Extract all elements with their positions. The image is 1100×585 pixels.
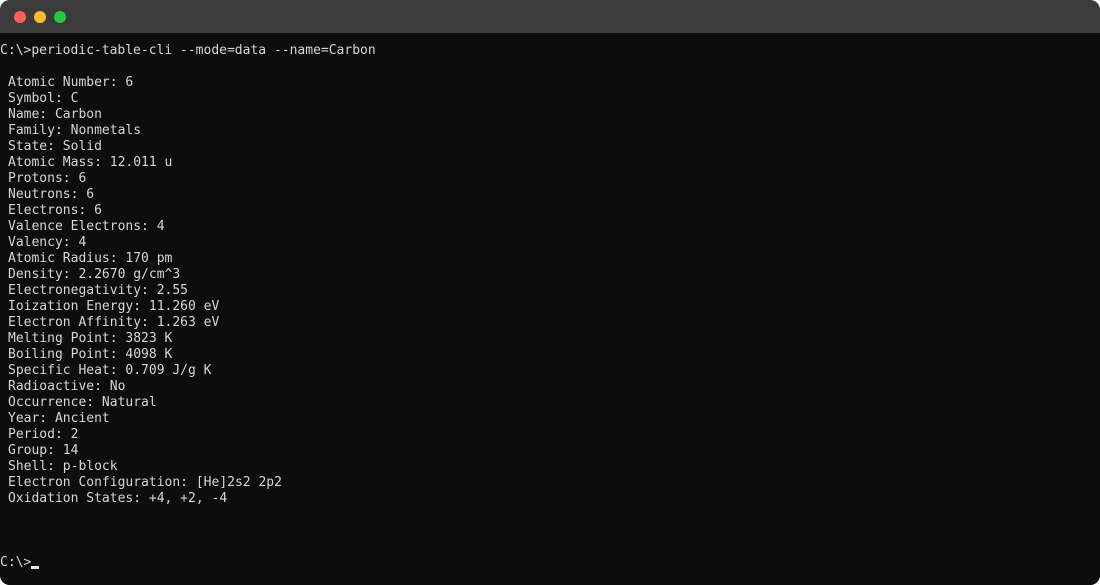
command-line: C:\>periodic-table-cli --mode=data --nam… — [0, 43, 376, 59]
terminal-console[interactable]: C:\>periodic-table-cli --mode=data --nam… — [0, 33, 1100, 585]
maximize-window-button[interactable] — [54, 11, 66, 23]
minimize-window-button[interactable] — [34, 11, 46, 23]
output-line: Oxidation States: +4, +2, -4 — [8, 491, 228, 506]
output-line: Atomic Radius: 170 pm — [8, 251, 173, 266]
output-line: Electron Affinity: 1.263 eV — [8, 315, 220, 330]
close-window-button[interactable] — [14, 11, 26, 23]
command-prompt: C:\> — [0, 43, 32, 58]
output-line: Symbol: C — [8, 91, 79, 106]
output-line: State: Solid — [8, 139, 102, 154]
terminal-window: C:\>periodic-table-cli --mode=data --nam… — [0, 0, 1100, 585]
output-line: Protons: 6 — [8, 171, 87, 186]
output-line: Name: Carbon — [8, 107, 102, 122]
output-line: Atomic Number: 6 — [8, 75, 134, 90]
output-line: Neutrons: 6 — [8, 187, 95, 202]
output-line: Year: Ancient — [8, 411, 110, 426]
output-line: Density: 2.2670 g/cm^3 — [8, 267, 181, 282]
output-line: Electron Configuration: [He]2s2 2p2 — [8, 475, 282, 490]
output-line: Occurrence: Natural — [8, 395, 157, 410]
command-text: periodic-table-cli --mode=data --name=Ca… — [31, 43, 376, 58]
output-line: Radioactive: No — [8, 379, 126, 394]
output-line: Specific Heat: 0.709 J/g K — [8, 363, 212, 378]
text-cursor — [31, 566, 40, 569]
command-output: Atomic Number: 6 Symbol: C Name: Carbon Fam… — [8, 75, 282, 507]
output-line: Melting Point: 3823 K — [8, 331, 173, 346]
output-line: Valency: 4 — [8, 235, 87, 250]
output-line: Valence Electrons: 4 — [8, 219, 165, 234]
output-line: Shell: p-block — [8, 459, 118, 474]
output-line: Electronegativity: 2.55 — [8, 283, 189, 298]
output-line: Period: 2 — [8, 427, 79, 442]
output-line: Ioization Energy: 11.260 eV — [8, 299, 220, 314]
title-bar[interactable] — [0, 0, 1100, 33]
output-line: Electrons: 6 — [8, 203, 102, 218]
input-line[interactable]: C:\> — [0, 555, 40, 571]
final-prompt: C:\> — [0, 555, 32, 570]
output-line: Group: 14 — [8, 443, 79, 458]
output-line: Boiling Point: 4098 K — [8, 347, 173, 362]
output-line: Atomic Mass: 12.011 u — [8, 155, 173, 170]
output-line: Family: Nonmetals — [8, 123, 142, 138]
